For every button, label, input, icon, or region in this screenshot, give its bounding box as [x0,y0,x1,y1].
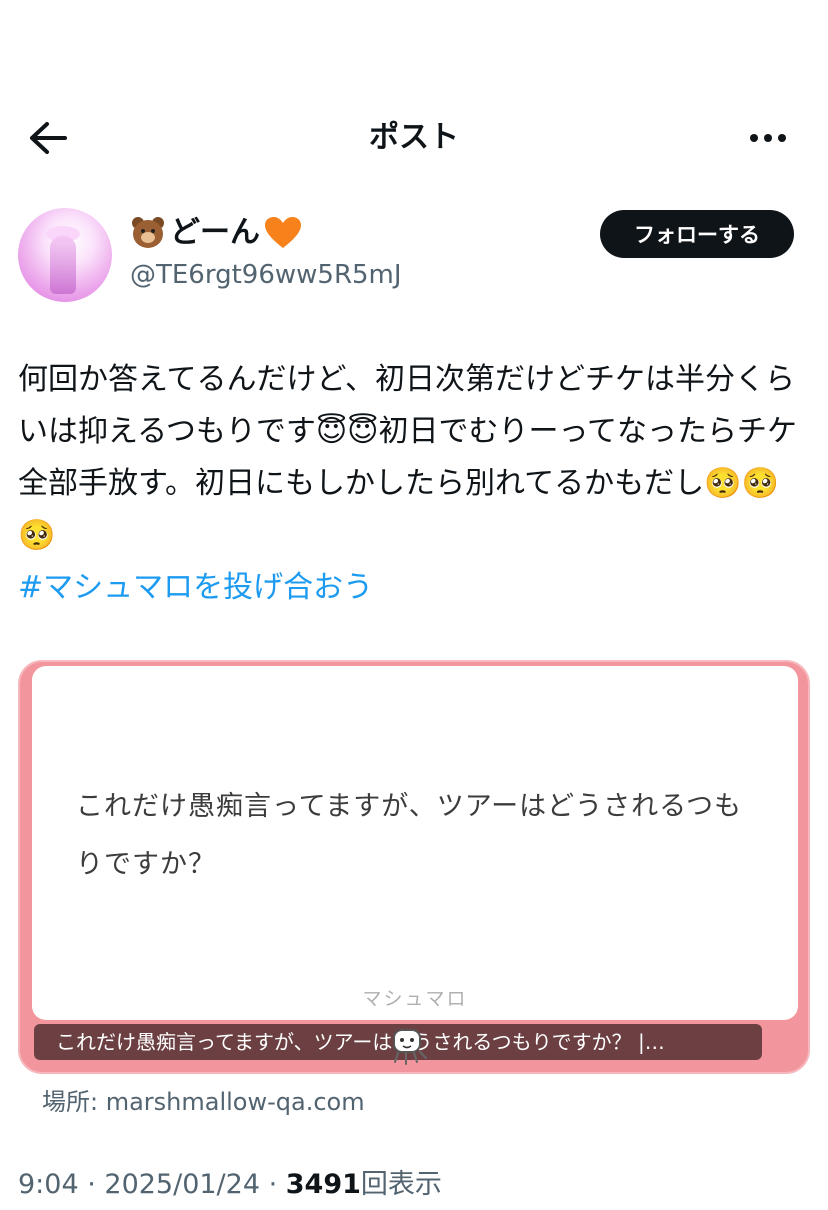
author-name-text: どーん [170,215,260,250]
post-meta: 9:04 · 2025/01/24 · 3491回表示 [18,1164,442,1206]
hashtag-link[interactable]: #マシュマロを投げ合おう [18,562,373,614]
author-handle[interactable]: @TE6rgt96ww5R5mJ [130,255,402,295]
post-time[interactable]: 9:04 [18,1169,79,1200]
bear-face-emoji [130,215,166,251]
orange-heart-emoji [265,217,301,248]
more-horizontal-icon [750,134,758,142]
author-avatar[interactable] [18,208,112,302]
more-horizontal-icon-dot [778,134,786,142]
card-source[interactable]: 場所: marshmallow-qa.com [42,1082,365,1122]
top-bar: ポスト [0,100,828,176]
views-label: 回表示 [360,1169,442,1200]
more-options-button[interactable] [742,118,794,158]
meta-separator: · [78,1169,105,1200]
avatar-image-figure [50,236,76,294]
author-display-name[interactable]: どーん [130,213,302,253]
more-horizontal-icon-dot [764,134,772,142]
meta-separator: · [260,1169,286,1200]
page-title: ポスト [369,120,459,155]
link-card[interactable]: これだけ愚痴言ってますが、ツアーはどうされるつもりですか？ マシュマロ これだけ… [18,660,810,1074]
card-brand-text: マシュマロ [362,988,468,1010]
post-date[interactable]: 2025/01/24 [104,1169,260,1200]
card-question-panel: これだけ愚痴言ってますが、ツアーはどうされるつもりですか？ マシュマロ [32,666,798,1020]
post-text: 何回か答えてるんだけど、初日次第だけどチケは半分くらいは抑えるつもりです😇😇初日… [18,362,797,553]
views-count: 3491 [285,1169,361,1200]
card-question-text: これだけ愚痴言ってますが、ツアーはどうされるつもりですか？ [76,791,743,880]
follow-button[interactable]: フォローする [600,210,794,258]
marshmallow-mascot-icon [393,1029,427,1065]
